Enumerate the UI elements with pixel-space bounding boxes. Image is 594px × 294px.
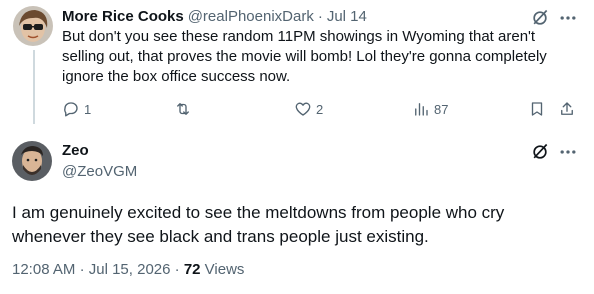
post-meta: 12:08 AM · Jul 15, 2026 · 72 Views	[12, 261, 244, 278]
share-button[interactable]	[558, 98, 576, 120]
avatar[interactable]	[13, 6, 53, 46]
reply-icon	[64, 102, 78, 117]
bookmark-button[interactable]	[528, 98, 546, 120]
author-handle[interactable]: @realPhoenixDark	[188, 8, 314, 25]
like-icon	[295, 102, 311, 116]
views-count: 72	[183, 261, 201, 278]
retweet-icon	[177, 103, 189, 115]
post-text: I am genuinely excited to see the meltdo…	[12, 203, 505, 246]
bookmark-icon	[531, 102, 543, 116]
retweet-button[interactable]	[174, 98, 196, 120]
grok-icon[interactable]	[530, 8, 550, 28]
post-date[interactable]: Jul 15, 2026	[89, 261, 171, 278]
post-text: But don't you see these random 11PM show…	[62, 28, 547, 85]
separator: ·	[79, 261, 85, 278]
author-name[interactable]: More Rice Cooks	[62, 8, 184, 25]
post-date[interactable]: Jul 14	[327, 8, 367, 25]
separator: ·	[317, 7, 323, 25]
thread-line	[33, 50, 35, 124]
avatar[interactable]	[12, 141, 52, 181]
like-count: 2	[316, 101, 324, 117]
views-icon	[415, 103, 428, 116]
like-button[interactable]: 2	[294, 98, 323, 120]
reply-button[interactable]: 1	[62, 98, 91, 120]
reply-header: More Rice Cooks @realPhoenixDark · Jul 1…	[62, 6, 584, 26]
share-icon	[561, 102, 573, 115]
reply-tweet[interactable]: More Rice Cooks @realPhoenixDark · Jul 1…	[0, 0, 594, 128]
views-count: 87	[434, 101, 449, 117]
views-button[interactable]: 87	[412, 98, 448, 120]
author-name[interactable]: Zeo	[62, 142, 89, 159]
reply-count: 1	[84, 101, 92, 117]
author-handle[interactable]: @ZeoVGM	[62, 163, 137, 180]
action-bar: 1 2 87	[62, 98, 582, 120]
post-time[interactable]: 12:08 AM	[12, 261, 75, 278]
more-icon[interactable]	[558, 8, 578, 28]
separator: ·	[174, 261, 180, 278]
more-icon[interactable]	[558, 142, 578, 162]
views-label: Views	[204, 261, 245, 278]
grok-icon[interactable]	[530, 142, 550, 162]
main-tweet: Zeo @ZeoVGM I am genuinely excited to se…	[0, 128, 594, 294]
